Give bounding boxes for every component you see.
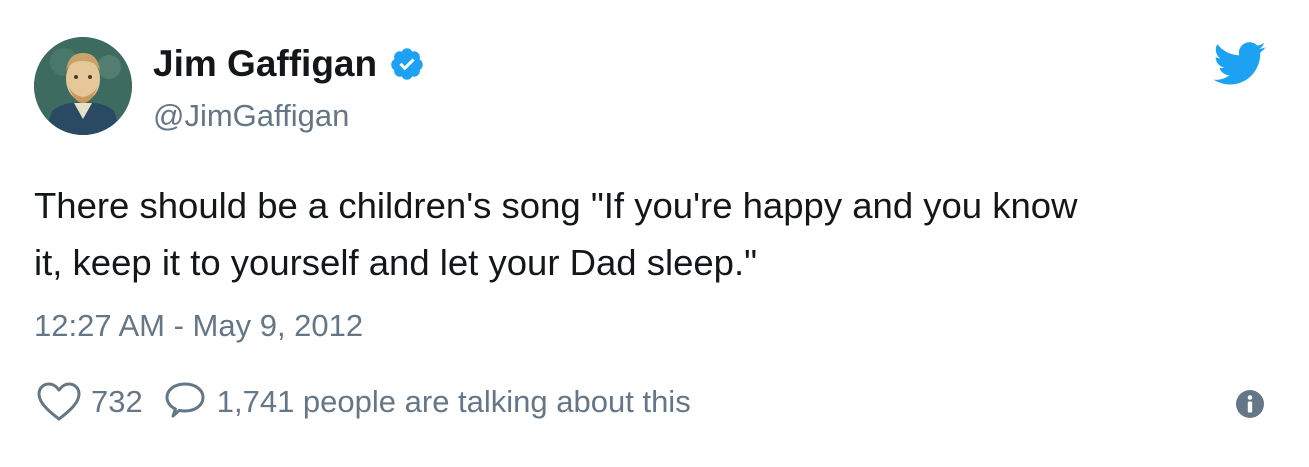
heart-icon: [37, 382, 81, 421]
like-count: 732: [91, 384, 143, 419]
like-button[interactable]: 732: [37, 382, 165, 422]
avatar[interactable]: [34, 37, 132, 135]
tweet-card: Jim Gaffigan @JimGaffigan There should b…: [0, 0, 1309, 467]
engagement-bar: 732 1,741 people are talking about this: [37, 380, 691, 424]
verified-badge-icon: [391, 48, 423, 80]
author-name-row[interactable]: Jim Gaffigan: [153, 40, 425, 88]
author-display-name[interactable]: Jim Gaffigan: [153, 40, 377, 88]
author-handle[interactable]: @JimGaffigan: [153, 96, 349, 136]
conversation-link[interactable]: 1,741 people are talking about this: [165, 382, 691, 422]
tweet-timestamp[interactable]: 12:27 AM - May 9, 2012: [34, 304, 363, 348]
speech-bubble-icon: [165, 382, 205, 418]
portrait-avatar-icon: [34, 37, 132, 135]
twitter-bird-icon[interactable]: [1213, 42, 1267, 86]
info-icon[interactable]: [1235, 389, 1265, 419]
tweet-text: There should be a children's song "If yo…: [34, 185, 1078, 283]
conversation-text: 1,741 people are talking about this: [216, 384, 691, 419]
